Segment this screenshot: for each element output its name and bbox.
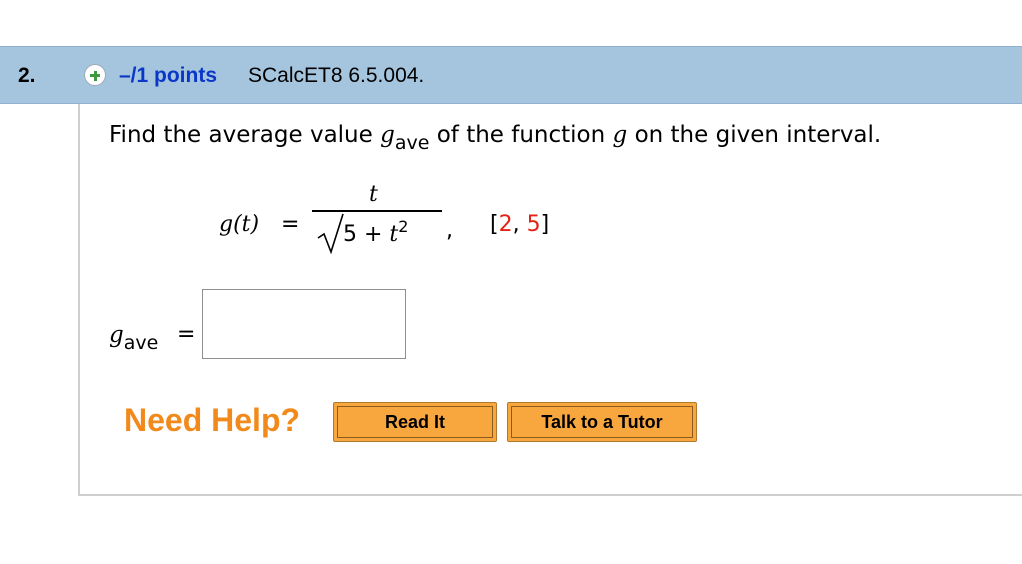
question-prompt: Find the average value gave of the funct… [109,122,882,154]
sqrt-symbol-icon [317,213,344,255]
function-equals: = [281,212,300,237]
denominator-exp: 2 [398,217,409,236]
points-label[interactable]: –/1 points [119,64,217,88]
interval-a: 2 [498,212,513,237]
prompt-start: Find the average value [109,122,381,148]
prompt-gave-g: g [380,122,395,148]
denominator-left: 5 + [343,222,390,247]
fraction-numerator: t [369,182,378,207]
answer-label: gave [109,322,158,354]
interval: [2, 5] [490,212,549,237]
interval-sep: , [512,212,527,237]
talk-to-tutor-button[interactable]: Talk to a Tutor [507,402,697,442]
read-it-button[interactable]: Read It [333,402,497,442]
fraction-denominator: 5 + t2 [343,217,408,247]
answer-equals: = [177,322,196,347]
function-lhs: g(t) [219,212,260,237]
interval-b: 5 [526,212,541,237]
question-header: 2. –/1 points SCalcET8 6.5.004. [0,46,1022,104]
prompt-end: of the function [429,122,613,148]
interval-open: [ [490,212,499,237]
plus-circle-icon[interactable] [84,64,106,86]
prompt-tail: on the given interval. [627,122,882,148]
answer-input[interactable] [202,289,406,359]
interval-close: ] [540,212,550,237]
prompt-gave-sub: ave [394,132,430,154]
answer-label-g: g [109,322,124,348]
question-number: 2. [18,64,36,87]
answer-label-sub: ave [123,332,159,354]
need-help-label: Need Help? [124,402,301,438]
prompt-function-g: g [612,122,628,148]
talk-to-tutor-label: Talk to a Tutor [511,406,693,438]
question-code: SCalcET8 6.5.004. [248,64,425,87]
denominator-var: t [389,222,399,247]
function-comma: , [446,218,453,243]
read-it-label: Read It [337,406,493,438]
